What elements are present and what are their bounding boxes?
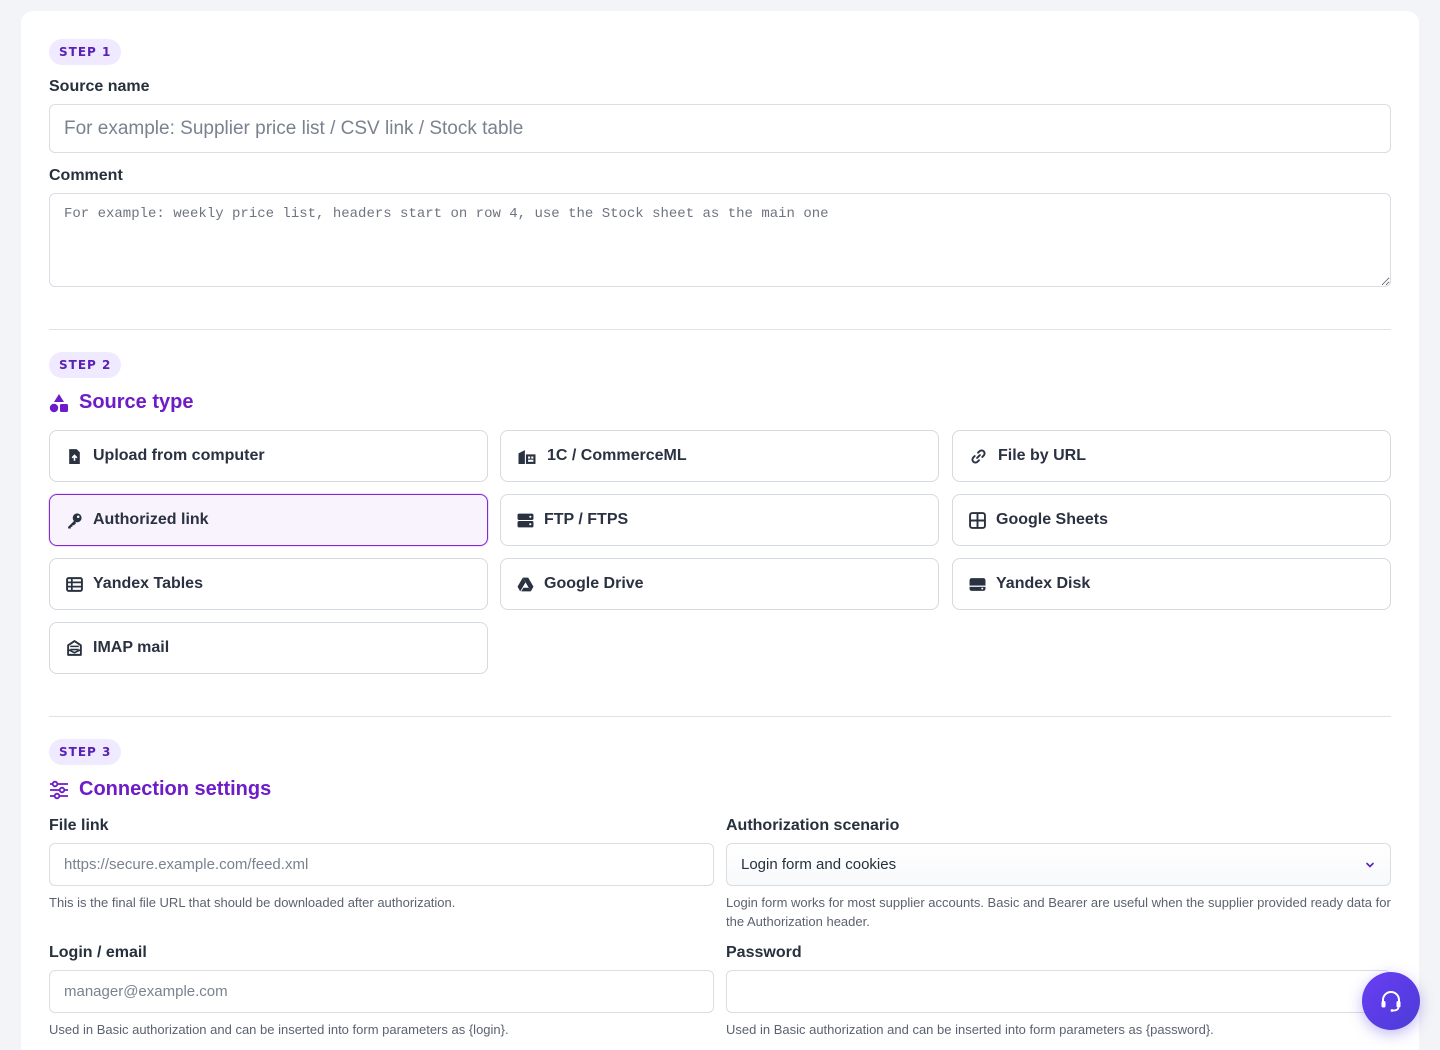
- link-icon: [971, 449, 986, 463]
- grid-icon: [969, 511, 986, 529]
- source-option-label: File by URL: [998, 447, 1087, 464]
- form-card: STEP 1 Source name Comment STEP 2 Source…: [21, 11, 1419, 1050]
- source-option-label: 1C / CommerceML: [547, 447, 687, 464]
- warehouse-icon: [518, 449, 536, 464]
- source-type-heading: Source type: [49, 391, 193, 414]
- login-label: Login / email: [49, 944, 147, 961]
- source-option-imap-mail[interactable]: IMAP mail: [49, 622, 488, 674]
- login-hint: Used in Basic authorization and can be i…: [49, 1022, 509, 1037]
- source-option-google-drive[interactable]: Google Drive: [500, 558, 939, 610]
- source-option-yandex-disk[interactable]: Yandex Disk: [952, 558, 1391, 610]
- auth-scenario-label: Authorization scenario: [726, 817, 900, 834]
- source-option-yandex-tables[interactable]: Yandex Tables: [49, 558, 488, 610]
- table-icon: [66, 576, 83, 592]
- file-upload-icon: [69, 448, 80, 464]
- source-option-ftp-ftps[interactable]: FTP / FTPS: [500, 494, 939, 546]
- section-divider: [49, 716, 1391, 717]
- source-option-label: FTP / FTPS: [544, 511, 629, 528]
- source-option-upload-from-computer[interactable]: Upload from computer: [49, 430, 488, 482]
- source-option-label: Authorized link: [93, 511, 209, 528]
- source-option-label: IMAP mail: [93, 639, 170, 656]
- support-chat-button[interactable]: [1362, 972, 1420, 1030]
- connection-settings-title: Connection settings: [79, 778, 272, 800]
- source-name-input[interactable]: [49, 104, 1391, 153]
- step-3-badge: STEP 3: [49, 739, 122, 765]
- hard-drive-icon: [969, 577, 986, 591]
- step-2-badge: STEP 2: [49, 352, 122, 378]
- source-option-authorized-link[interactable]: Authorized link: [49, 494, 488, 546]
- comment-textarea[interactable]: [49, 193, 1391, 287]
- source-option-google-sheets[interactable]: Google Sheets: [952, 494, 1391, 546]
- password-label: Password: [726, 944, 802, 961]
- auth-scenario-hint: Login form works for most supplier accou…: [726, 895, 1391, 929]
- mail-inbox-icon: [67, 639, 82, 656]
- source-option-1c-commerceml[interactable]: 1C / CommerceML: [500, 430, 939, 482]
- comment-label: Comment: [49, 167, 123, 184]
- source-option-label: Yandex Disk: [996, 575, 1091, 592]
- key-icon: [68, 512, 82, 528]
- source-option-label: Yandex Tables: [93, 575, 203, 592]
- google-drive-icon: [517, 577, 534, 591]
- source-option-label: Upload from computer: [93, 447, 265, 464]
- auth-scenario-value: Login form and cookies: [741, 856, 897, 873]
- chevron-down-icon: [1366, 862, 1374, 868]
- shapes-icon: [49, 393, 68, 412]
- file-link-input[interactable]: [49, 843, 714, 886]
- step-1-badge: STEP 1: [49, 39, 122, 65]
- password-hint: Used in Basic authorization and can be i…: [726, 1022, 1214, 1037]
- headset-icon: [1381, 991, 1401, 1012]
- auth-scenario-select[interactable]: Login form and cookies: [726, 843, 1391, 886]
- file-link-hint: This is the final file URL that should b…: [49, 895, 456, 910]
- connection-settings-heading: Connection settings: [49, 778, 271, 801]
- password-input[interactable]: [726, 970, 1391, 1013]
- source-option-file-by-url[interactable]: File by URL: [952, 430, 1391, 482]
- sliders-icon: [50, 780, 68, 799]
- file-link-label: File link: [49, 817, 109, 834]
- login-input[interactable]: [49, 970, 714, 1013]
- server-icon: [517, 513, 534, 527]
- source-option-label: Google Drive: [544, 575, 644, 592]
- section-divider: [49, 329, 1391, 330]
- source-name-label: Source name: [49, 78, 150, 95]
- source-option-label: Google Sheets: [996, 511, 1109, 528]
- source-type-title: Source type: [79, 391, 194, 413]
